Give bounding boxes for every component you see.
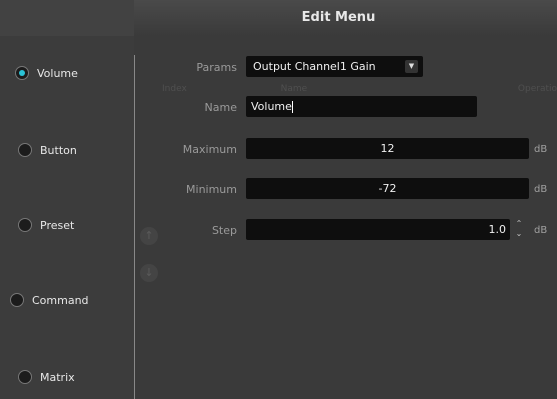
move-up-icon: ↑ [140, 227, 158, 245]
sidebar-item-command[interactable]: Command [10, 293, 89, 307]
params-label: Params [196, 61, 237, 74]
minimum-label: Minimum [186, 183, 237, 196]
background-table-header: Index Name Operatio [162, 84, 557, 95]
step-value: 1.0 [488, 223, 507, 236]
column-header: Index [162, 84, 187, 94]
sidebar-item-preset[interactable]: Preset [18, 218, 74, 232]
step-label: Step [211, 224, 237, 237]
sidebar-item-button[interactable]: Button [18, 143, 77, 157]
maximum-label: Maximum [182, 143, 237, 156]
step-unit: dB [534, 225, 548, 236]
minimum-unit: dB [534, 184, 548, 195]
name-input[interactable]: Volume [246, 96, 477, 117]
maximum-value: 12 [380, 142, 395, 155]
maximum-unit: dB [534, 144, 548, 155]
sidebar-item-label: Command [32, 293, 89, 307]
minimum-value: -72 [378, 182, 397, 195]
radio-icon[interactable] [10, 293, 24, 307]
move-down-icon: ↓ [140, 264, 158, 282]
sidebar-item-label: Button [40, 143, 77, 157]
text-cursor [291, 101, 293, 113]
step-input[interactable]: 1.0 [246, 219, 510, 240]
radio-icon[interactable] [18, 370, 32, 384]
step-spinner[interactable]: ⌃ ⌄ [513, 219, 525, 241]
name-value: Volume [251, 100, 292, 113]
title-bar: Edit Menu [0, 0, 557, 36]
spin-down-icon[interactable]: ⌄ [513, 229, 525, 239]
minimum-input[interactable]: -72 [246, 178, 529, 199]
maximum-input[interactable]: 12 [246, 138, 529, 159]
radio-selected-icon[interactable] [15, 66, 29, 80]
column-header: Operatio [517, 84, 557, 94]
params-dropdown[interactable]: Output Channel1 Gain ▼ [246, 56, 423, 77]
sidebar-item-volume[interactable]: Volume [15, 66, 78, 80]
sidebar-item-label: Preset [40, 218, 75, 232]
radio-icon[interactable] [18, 143, 32, 157]
spin-up-icon[interactable]: ⌃ [513, 219, 525, 229]
window-title: Edit Menu [301, 10, 376, 25]
chevron-down-icon[interactable]: ▼ [405, 60, 418, 73]
params-value: Output Channel1 Gain [253, 60, 376, 73]
sidebar-item-label: Matrix [40, 370, 75, 384]
sidebar-item-label: Volume [37, 66, 78, 80]
name-label: Name [204, 101, 237, 114]
column-header: Name [280, 84, 308, 94]
sidebar-item-matrix[interactable]: Matrix [18, 370, 75, 384]
radio-icon[interactable] [18, 218, 32, 232]
